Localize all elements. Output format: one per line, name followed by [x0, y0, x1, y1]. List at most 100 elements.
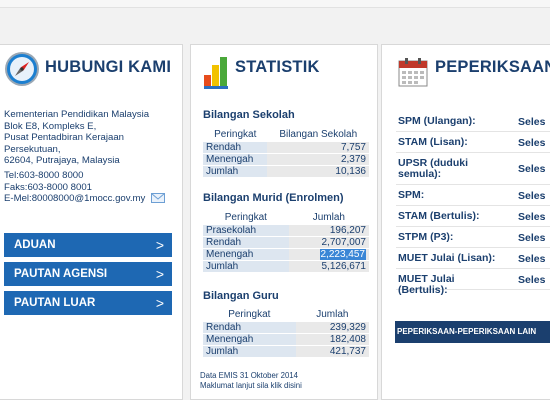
button-label: PAUTAN AGENSI: [14, 268, 108, 280]
email-row: E-Mel:80008000@1mocc.gov.my: [4, 193, 182, 205]
fax: Faks:603-8000 8001: [4, 181, 93, 193]
exam-row[interactable]: STAM (Bertulis): Seles: [396, 206, 550, 227]
more-info-link[interactable]: Maklumat lanjut sila klik disini: [200, 381, 375, 391]
exam-status: Seles: [518, 274, 546, 286]
address-line: Pusat Pentadbiran Kerajaan: [4, 132, 125, 143]
exam-row[interactable]: STAM (Lisan): Seles: [396, 132, 550, 153]
exam-name: STAM (Bertulis):: [398, 210, 480, 222]
chevron-right-icon: >: [155, 295, 164, 311]
column-header: Bilangan Sekolah: [267, 129, 369, 141]
row-value: 196,207: [288, 223, 369, 236]
address-line: Blok E8, Kompleks E,: [4, 120, 97, 132]
table-row: Rendah 7,757: [203, 140, 369, 153]
panel-title: PEPERIKSAAN: [435, 58, 550, 76]
row-label: Rendah: [203, 235, 289, 248]
exam-name: STAM (Lisan):: [398, 136, 468, 148]
top-border: [0, 0, 550, 8]
table-row: Prasekolah 196,207: [203, 223, 369, 236]
other-exams-button[interactable]: PEPERIKSAAN-PEPERIKSAAN LAIN: [395, 321, 550, 343]
exam-row[interactable]: SPM: Seles: [396, 185, 550, 206]
table-row: Jumlah 5,126,671: [203, 259, 369, 272]
calendar-icon: [398, 58, 428, 87]
button-label: ADUAN: [14, 239, 56, 251]
button-label: PAUTAN LUAR: [14, 297, 96, 309]
bar-chart-icon: [204, 57, 228, 89]
exam-status: Seles: [518, 116, 546, 128]
schools-table: Peringkat Bilangan Sekolah Rendah 7,757 …: [203, 129, 369, 177]
exam-name: SPM:: [398, 189, 425, 201]
column-header: Jumlah: [288, 212, 369, 224]
column-header: Jumlah: [295, 309, 369, 321]
exam-row[interactable]: SPM (Ulangan): Seles: [396, 111, 550, 132]
chevron-right-icon: >: [155, 237, 164, 253]
exam-name: SPM (Ulangan):: [398, 115, 476, 127]
email[interactable]: E-Mel:80008000@1mocc.gov.my: [4, 193, 145, 204]
exam-status: Seles: [518, 163, 546, 175]
selected-text: 2,223,457: [319, 248, 366, 260]
row-label: Jumlah: [203, 164, 268, 177]
address-line: Persekutuan,: [4, 143, 61, 155]
row-label: Rendah: [203, 140, 268, 153]
exam-status: Seles: [518, 253, 546, 265]
table-row: Rendah 239,329: [203, 320, 369, 333]
row-label: Rendah: [203, 320, 296, 333]
row-value: 2,379: [267, 152, 369, 165]
row-label: Jumlah: [203, 344, 296, 357]
row-label: Menengah: [203, 332, 296, 345]
exam-name: UPSR (duduki semula):: [398, 157, 468, 180]
table-row: Jumlah 10,136: [203, 164, 369, 177]
contact-panel: HUBUNGI KAMI Kementerian Pendidikan Mala…: [0, 44, 183, 400]
telephone: Tel:603-8000 8000: [4, 170, 84, 181]
section-heading: Bilangan Guru: [203, 290, 279, 302]
row-value: 10,136: [267, 164, 369, 177]
exam-status: Seles: [518, 137, 546, 149]
exam-name: MUET Julai (Lisan):: [398, 252, 496, 264]
pautan-luar-button[interactable]: PAUTAN LUAR >: [4, 291, 172, 315]
row-value: 2,223,457: [288, 247, 369, 260]
exam-row[interactable]: MUET Julai (Bertulis): Seles: [396, 269, 550, 296]
exams-panel: PEPERIKSAAN SPM (Ulangan): Seles STAM (L…: [381, 44, 550, 400]
exam-name: MUET Julai (Bertulis):: [398, 273, 455, 296]
chevron-right-icon: >: [155, 266, 164, 282]
exam-status: Seles: [518, 232, 546, 244]
row-value: 2,707,007: [288, 235, 369, 248]
column-header: Peringkat: [203, 309, 296, 321]
mail-icon[interactable]: [150, 193, 165, 204]
exam-row[interactable]: MUET Julai (Lisan): Seles: [396, 248, 550, 269]
exam-row[interactable]: UPSR (duduki semula): Seles: [396, 153, 550, 185]
panel-title: STATISTIK: [235, 58, 320, 76]
exam-status: Seles: [518, 211, 546, 223]
statistics-panel: STATISTIK Bilangan Sekolah Peringkat Bil…: [190, 44, 378, 400]
compass-icon: [5, 52, 39, 86]
column-header: Peringkat: [203, 129, 268, 141]
address-line: Kementerian Pendidikan Malaysia: [4, 109, 150, 120]
table-row: Menengah 182,408: [203, 332, 369, 345]
row-value: 182,408: [295, 332, 369, 345]
row-value: 421,737: [295, 344, 369, 357]
address-line: 62604, Putrajaya, Malaysia: [4, 155, 120, 166]
table-row: Rendah 2,707,007: [203, 235, 369, 248]
column-header: Peringkat: [203, 212, 289, 224]
table-row: Menengah 2,379: [203, 152, 369, 165]
row-value: 7,757: [267, 140, 369, 153]
table-row: Menengah 2,223,457: [203, 247, 369, 260]
aduan-button[interactable]: ADUAN >: [4, 233, 172, 257]
row-value: 239,329: [295, 320, 369, 333]
data-source-note: Data EMIS 31 Oktober 2014 Maklumat lanju…: [200, 371, 375, 391]
exam-status: Seles: [518, 190, 546, 202]
table-row: Jumlah 421,737: [203, 344, 369, 357]
students-table: Peringkat Jumlah Prasekolah 196,207 Rend…: [203, 212, 369, 272]
panel-title: HUBUNGI KAMI: [45, 58, 172, 76]
address: Kementerian Pendidikan Malaysia Blok E8,…: [4, 109, 179, 167]
row-label: Menengah: [203, 152, 268, 165]
row-value: 5,126,671: [288, 259, 369, 272]
section-heading: Bilangan Murid (Enrolmen): [203, 192, 344, 204]
pautan-agensi-button[interactable]: PAUTAN AGENSI >: [4, 262, 172, 286]
exam-name: STPM (P3):: [398, 231, 454, 243]
teachers-table: Peringkat Jumlah Rendah 239,329 Menengah…: [203, 309, 369, 357]
section-heading: Bilangan Sekolah: [203, 109, 295, 121]
exam-row[interactable]: STPM (P3): Seles: [396, 227, 550, 248]
row-label: Prasekolah: [203, 223, 289, 236]
data-source: Data EMIS 31 Oktober 2014: [200, 371, 298, 380]
contact-info: Tel:603-8000 8000 Faks:603-8000 8001 E-M…: [4, 170, 182, 205]
